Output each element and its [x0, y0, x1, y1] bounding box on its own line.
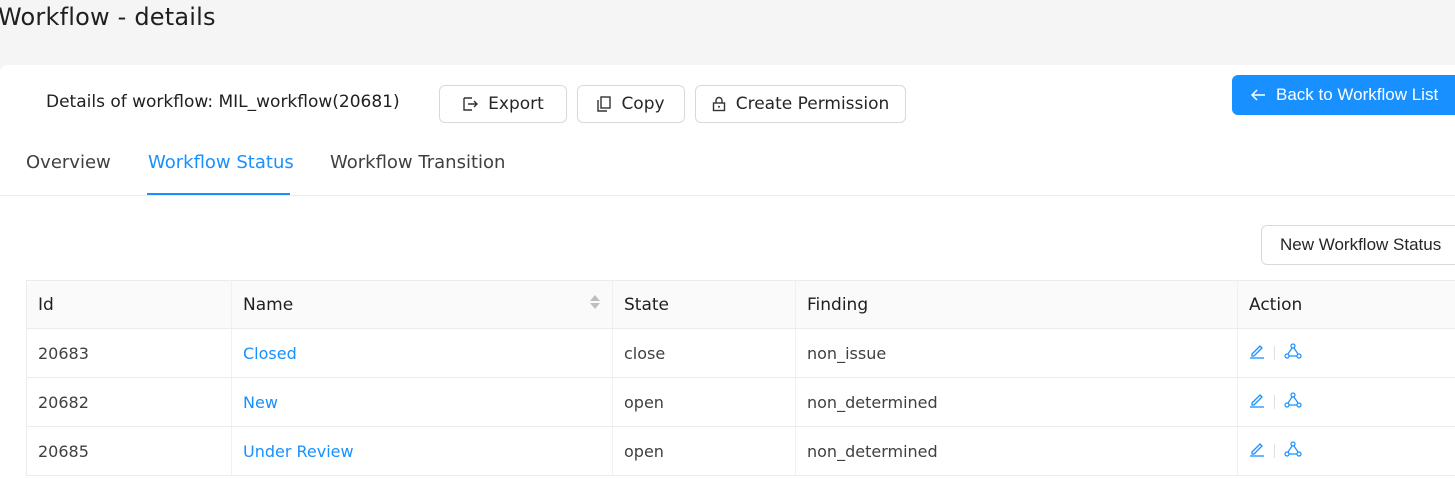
tab-overview[interactable]: Overview — [26, 152, 111, 173]
copy-button[interactable]: Copy — [577, 85, 685, 123]
cell-id: 20683 — [26, 328, 232, 378]
create-permission-label: Create Permission — [735, 94, 890, 114]
status-name-link[interactable]: Under Review — [243, 442, 354, 461]
page-title: Workflow - details — [0, 3, 216, 31]
table-row: 20685 Under Review open non_determined — [26, 426, 1455, 476]
copy-label: Copy — [621, 94, 665, 114]
export-button[interactable]: Export — [439, 85, 567, 123]
new-workflow-status-button[interactable]: New Workflow Status — [1261, 225, 1455, 265]
cell-finding: non_determined — [795, 426, 1238, 476]
lock-icon — [712, 96, 726, 112]
table-row: 20683 Closed close non_issue — [26, 328, 1455, 378]
table-header-row: Id Name State Finding Action — [26, 280, 1455, 329]
cell-finding: non_determined — [795, 377, 1238, 427]
column-header-name[interactable]: Name — [231, 280, 613, 329]
action-divider — [1274, 444, 1275, 458]
edit-icon[interactable] — [1249, 343, 1265, 363]
back-label: Back to Workflow List — [1276, 85, 1439, 104]
arrow-left-icon — [1250, 87, 1266, 103]
back-to-workflow-list-button[interactable]: Back to Workflow List — [1232, 75, 1455, 115]
workflow-details-label: Details of workflow: MIL_workflow(20681) — [46, 92, 400, 112]
cell-state: open — [612, 426, 796, 476]
nodes-icon[interactable] — [1284, 343, 1302, 363]
active-tab-indicator — [147, 193, 290, 195]
edit-icon[interactable] — [1249, 441, 1265, 461]
copy-icon — [597, 96, 612, 112]
status-name-link[interactable]: New — [243, 393, 278, 412]
status-name-link[interactable]: Closed — [243, 344, 297, 363]
export-icon — [462, 96, 479, 112]
tab-workflow-transition[interactable]: Workflow Transition — [330, 152, 505, 173]
workflow-status-table: Id Name State Finding Action 20683 Close… — [26, 280, 1455, 476]
create-permission-button[interactable]: Create Permission — [695, 85, 906, 123]
nodes-icon[interactable] — [1284, 392, 1302, 412]
row-actions — [1249, 392, 1454, 412]
tab-workflow-status[interactable]: Workflow Status — [148, 152, 294, 173]
tab-bar: Overview Workflow Status Workflow Transi… — [0, 148, 1455, 196]
details-card: Details of workflow: MIL_workflow(20681)… — [0, 65, 1455, 478]
export-label: Export — [488, 94, 544, 114]
cell-state: open — [612, 377, 796, 427]
column-header-name-label: Name — [243, 294, 294, 315]
column-header-action: Action — [1237, 280, 1455, 329]
cell-id: 20685 — [26, 426, 232, 476]
column-header-state: State — [612, 280, 796, 329]
nodes-icon[interactable] — [1284, 441, 1302, 461]
cell-id: 20682 — [26, 377, 232, 427]
cell-state: close — [612, 328, 796, 378]
column-header-finding: Finding — [795, 280, 1238, 329]
cell-finding: non_issue — [795, 328, 1238, 378]
row-actions — [1249, 343, 1454, 363]
edit-icon[interactable] — [1249, 392, 1265, 412]
action-divider — [1274, 346, 1275, 360]
column-header-id: Id — [26, 280, 232, 329]
table-row: 20682 New open non_determined — [26, 377, 1455, 427]
sort-icon[interactable] — [590, 295, 600, 309]
action-divider — [1274, 395, 1275, 409]
row-actions — [1249, 441, 1454, 461]
